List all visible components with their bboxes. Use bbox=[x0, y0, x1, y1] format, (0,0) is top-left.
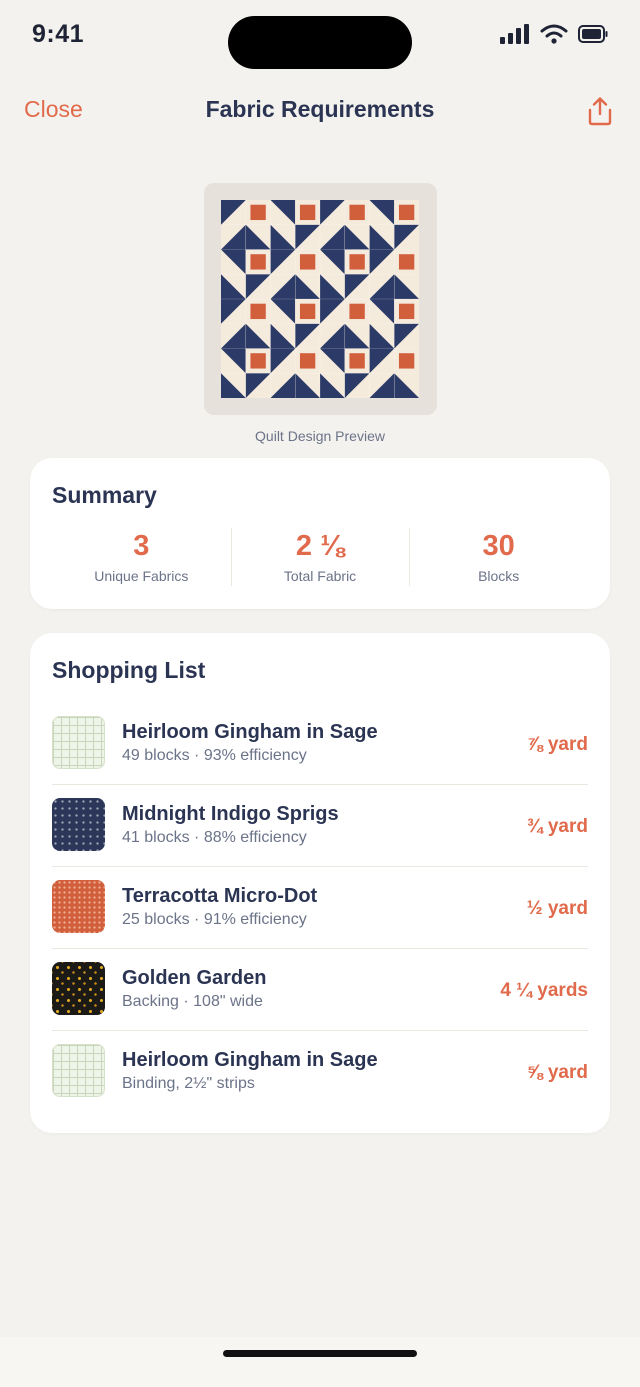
fabric-name: Golden Garden bbox=[122, 967, 267, 989]
share-button[interactable] bbox=[586, 96, 614, 126]
fabric-swatch bbox=[52, 716, 105, 769]
shopping-list-title: Shopping List bbox=[52, 657, 206, 683]
fabric-amount: ¾ yard bbox=[526, 816, 588, 837]
page-title: Fabric Requirements bbox=[205, 96, 435, 122]
wifi-icon bbox=[540, 24, 568, 44]
stat-value: 2 ⅛ bbox=[295, 530, 345, 562]
fabric-swatch bbox=[52, 962, 105, 1015]
fabric-amount: 4 ¼ yards bbox=[500, 980, 588, 1001]
dynamic-island bbox=[228, 16, 412, 69]
stat-unique-fabrics: 3 Unique Fabrics bbox=[52, 528, 231, 586]
quilt-design-image bbox=[221, 200, 419, 398]
fabric-swatch bbox=[52, 1044, 105, 1097]
stat-label: Unique Fabrics bbox=[94, 568, 189, 584]
system-icons bbox=[500, 22, 608, 46]
list-item[interactable]: Midnight Indigo Sprigs 41 blocks · 88% e… bbox=[52, 785, 588, 867]
fabric-amount: ½ yard bbox=[526, 898, 588, 919]
shopping-list-card: Shopping List Heirloom Gingham in Sage 4… bbox=[30, 633, 610, 1133]
fabric-swatch bbox=[52, 798, 105, 851]
fabric-detail: 41 blocks · 88% efficiency bbox=[122, 829, 307, 846]
quilt-preview bbox=[204, 183, 437, 415]
status-time: 9:41 bbox=[32, 20, 85, 48]
home-indicator-area bbox=[0, 1337, 640, 1387]
fabric-amount: ⅝ yard bbox=[526, 1062, 588, 1083]
fabric-name: Terracotta Micro-Dot bbox=[122, 885, 318, 907]
navigation-bar: Close Fabric Requirements bbox=[0, 84, 640, 140]
stat-value: 30 bbox=[482, 530, 515, 562]
summary-card: Summary 3 Unique Fabrics 2 ⅛ Total Fabri… bbox=[30, 458, 610, 609]
stat-blocks: 30 Blocks bbox=[409, 528, 588, 586]
fabric-name: Heirloom Gingham in Sage bbox=[122, 1049, 378, 1071]
summary-title: Summary bbox=[52, 482, 157, 508]
preview-caption: Quilt Design Preview bbox=[255, 428, 385, 444]
fabric-detail: Backing · 108" wide bbox=[122, 993, 263, 1010]
list-item[interactable]: Heirloom Gingham in Sage Binding, 2½" st… bbox=[52, 1031, 588, 1112]
summary-stats: 3 Unique Fabrics 2 ⅛ Total Fabric 30 Blo… bbox=[52, 528, 588, 586]
cellular-signal-icon bbox=[500, 24, 529, 44]
fabric-name: Heirloom Gingham in Sage bbox=[122, 721, 378, 743]
stat-total-fabric: 2 ⅛ Total Fabric bbox=[230, 528, 410, 586]
stat-label: Blocks bbox=[478, 568, 520, 584]
fabric-amount: ⅞ yard bbox=[526, 734, 588, 755]
fabric-detail: 25 blocks · 91% efficiency bbox=[122, 911, 307, 928]
fabric-detail: Binding, 2½" strips bbox=[122, 1075, 255, 1092]
list-item[interactable]: Golden Garden Backing · 108" wide 4 ¼ ya… bbox=[52, 949, 588, 1031]
fabric-name: Midnight Indigo Sprigs bbox=[122, 803, 339, 825]
list-item[interactable]: Heirloom Gingham in Sage 49 blocks · 93%… bbox=[52, 703, 588, 785]
battery-icon bbox=[578, 25, 608, 43]
status-bar: 9:41 bbox=[0, 0, 640, 80]
stat-value: 3 bbox=[133, 530, 150, 562]
share-icon bbox=[588, 97, 612, 126]
list-item[interactable]: Terracotta Micro-Dot 25 blocks · 91% eff… bbox=[52, 867, 588, 949]
fabric-detail: 49 blocks · 93% efficiency bbox=[122, 747, 307, 764]
shopping-list: Heirloom Gingham in Sage 49 blocks · 93%… bbox=[52, 703, 588, 1112]
stat-label: Total Fabric bbox=[283, 568, 357, 584]
fabric-swatch bbox=[52, 880, 105, 933]
home-indicator[interactable] bbox=[223, 1350, 417, 1357]
